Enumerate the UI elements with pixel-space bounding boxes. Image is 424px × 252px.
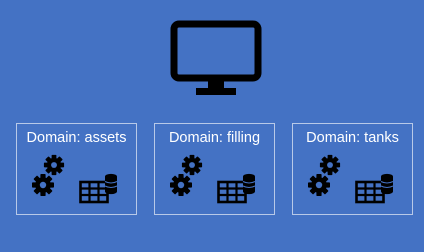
diagram-canvas: Domain: assets Domain: filling Domain: t… <box>0 0 424 252</box>
domain-box-assets: Domain: assets <box>16 123 137 215</box>
monitor-icon <box>170 20 262 95</box>
gears-icon <box>170 154 203 196</box>
domain-label: Domain: tanks <box>306 130 399 146</box>
gears-icon <box>308 154 341 196</box>
database-grid-icon <box>355 173 395 204</box>
domain-box-filling: Domain: filling <box>154 123 275 215</box>
database-grid-icon <box>79 173 119 204</box>
domain-label: Domain: filling <box>168 130 261 146</box>
domain-box-tanks: Domain: tanks <box>292 123 413 215</box>
gears-icon <box>32 154 65 196</box>
domain-label: Domain: assets <box>26 130 127 146</box>
database-grid-icon <box>217 173 257 204</box>
